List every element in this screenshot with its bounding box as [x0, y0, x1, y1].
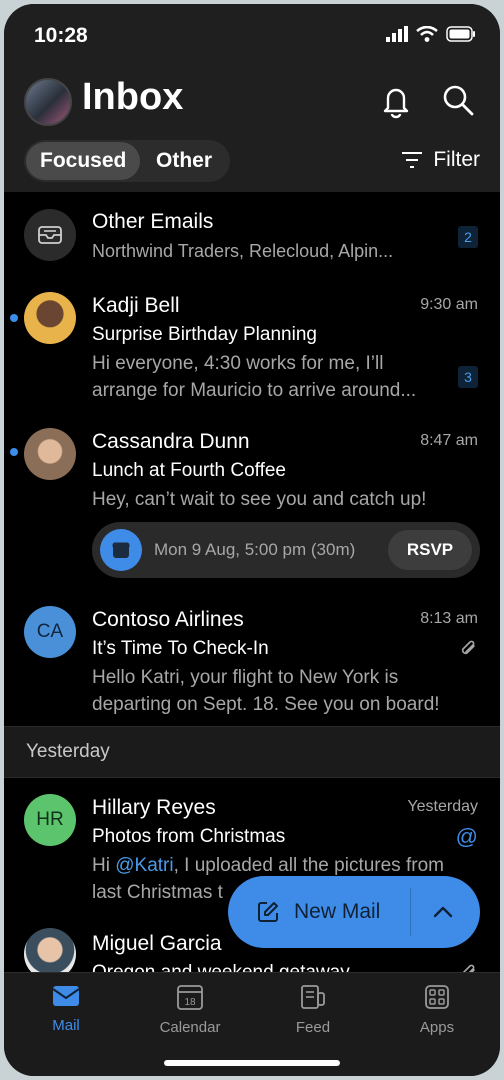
mention-badge: @ — [455, 824, 478, 849]
signal-icon — [386, 26, 408, 42]
paperclip-icon — [462, 964, 475, 972]
message-row[interactable]: Kadji Bell 9:30 am Surprise Birthday Pla… — [4, 282, 500, 412]
tab-other[interactable]: Other — [156, 140, 212, 182]
message-row[interactable]: CA Contoso Airlines 8:13 am It’s Time To… — [4, 594, 500, 726]
filter-icon — [402, 152, 423, 168]
unread-dot — [10, 314, 18, 322]
inbox-header: Inbox Focused Other Filter — [4, 68, 500, 192]
expand-fab-button[interactable] — [411, 876, 480, 948]
rsvp-button[interactable]: RSVP — [388, 530, 472, 570]
chevron-up-icon — [433, 906, 453, 918]
search-icon[interactable] — [438, 80, 478, 120]
feed-icon — [301, 985, 325, 1009]
message-preview-line2: departing on Sept. 18. See you on board! — [92, 694, 440, 715]
other-emails-count: 2 — [458, 226, 478, 248]
message-sender: Hillary Reyes — [92, 796, 216, 819]
event-card: Mon 9 Aug, 5:00 pm (30m) RSVP — [92, 522, 480, 578]
preview-rest: , I uploaded all the pictures from — [173, 855, 444, 876]
page-title: Inbox — [82, 76, 184, 118]
envelope-avatar — [24, 209, 76, 261]
new-mail-label: New Mail — [294, 900, 381, 923]
mail-icon — [52, 986, 80, 1006]
avatar-cassandra-dunn — [24, 428, 76, 480]
message-time: 8:13 am — [420, 610, 478, 627]
status-bar: 10:28 — [4, 4, 500, 68]
phone-screen: 10:28 Inbox Focused Other Filter Other E… — [4, 4, 500, 1076]
tab-label: Feed — [295, 1019, 331, 1036]
thread-count: 3 — [458, 366, 478, 388]
calendar-icon: 18 — [177, 985, 203, 1010]
compose-icon — [258, 902, 278, 922]
message-subject: Photos from Christmas — [92, 826, 286, 847]
avatar-kadji-bell — [24, 292, 76, 344]
tab-focused[interactable]: Focused — [26, 142, 141, 180]
tab-label: Apps — [419, 1019, 455, 1036]
message-preview-line2: arrange for Mauricio to arrive around... — [92, 380, 417, 401]
paperclip-icon — [461, 640, 475, 655]
unread-dot — [10, 448, 18, 456]
message-subject: Lunch at Fourth Coffee — [92, 460, 286, 481]
envelope-icon — [38, 226, 62, 244]
tab-calendar[interactable]: 18 Calendar — [145, 983, 235, 1036]
status-icons — [386, 26, 476, 42]
tab-label: Calendar — [159, 1019, 221, 1036]
section-label: Yesterday — [26, 741, 110, 762]
preview-prefix: Hi — [92, 855, 116, 876]
filter-button[interactable]: Filter — [401, 148, 480, 172]
filter-label: Filter — [433, 148, 480, 171]
other-emails-row[interactable]: Other Emails Northwind Traders, Releclou… — [4, 192, 500, 282]
avatar-contoso-airlines: CA — [24, 606, 76, 658]
tab-feed[interactable]: Feed — [268, 983, 358, 1036]
status-time: 10:28 — [34, 24, 88, 47]
message-preview-line1: Hello Katri, your flight to New York is — [92, 667, 399, 688]
message-sender: Contoso Airlines — [92, 608, 244, 631]
message-subject: Surprise Birthday Planning — [92, 324, 317, 345]
inbox-tabs: Focused Other — [24, 140, 230, 182]
message-sender: Cassandra Dunn — [92, 430, 250, 453]
other-emails-title: Other Emails — [92, 210, 214, 233]
new-mail-fab: New Mail — [228, 876, 480, 948]
tab-mail[interactable]: Mail — [21, 983, 111, 1034]
message-time: 8:47 am — [420, 432, 478, 449]
tab-apps[interactable]: Apps — [392, 983, 482, 1036]
avatar-miguel-garcia — [24, 928, 76, 972]
message-time: Yesterday — [407, 798, 478, 815]
message-subject: It’s Time To Check-In — [92, 638, 269, 659]
message-sender: Miguel Garcia — [92, 932, 222, 955]
mention-link[interactable]: @Katri — [115, 855, 173, 876]
calendar-day: 18 — [184, 997, 196, 1008]
message-preview-line1: Hey, can’t wait to see you and catch up! — [92, 489, 427, 510]
battery-icon — [446, 26, 475, 42]
message-time: 9:30 am — [420, 296, 478, 313]
message-preview-line1: Hi everyone, 4:30 works for me, I’ll — [92, 353, 384, 374]
avatar-hillary-reyes: HR — [24, 794, 76, 846]
bell-icon[interactable] — [376, 80, 416, 120]
message-subject: Oregon and weekend getaway — [92, 962, 350, 972]
other-emails-preview: Northwind Traders, Relecloud, Alpin... — [92, 241, 394, 261]
message-preview-line1: Hi @Katri, I uploaded all the pictures f… — [92, 852, 482, 879]
account-avatar[interactable] — [24, 78, 72, 126]
message-row[interactable]: Cassandra Dunn 8:47 am Lunch at Fourth C… — [4, 412, 500, 594]
tab-label: Mail — [52, 1017, 80, 1034]
apps-icon — [425, 985, 449, 1009]
new-mail-button[interactable]: New Mail — [228, 876, 410, 948]
message-sender: Kadji Bell — [92, 294, 180, 317]
wifi-icon — [416, 26, 438, 42]
calendar-event-icon — [100, 529, 142, 571]
home-indicator[interactable] — [164, 1060, 340, 1066]
section-header-yesterday: Yesterday — [4, 727, 500, 777]
event-time: Mon 9 Aug, 5:00 pm (30m) — [154, 540, 356, 559]
